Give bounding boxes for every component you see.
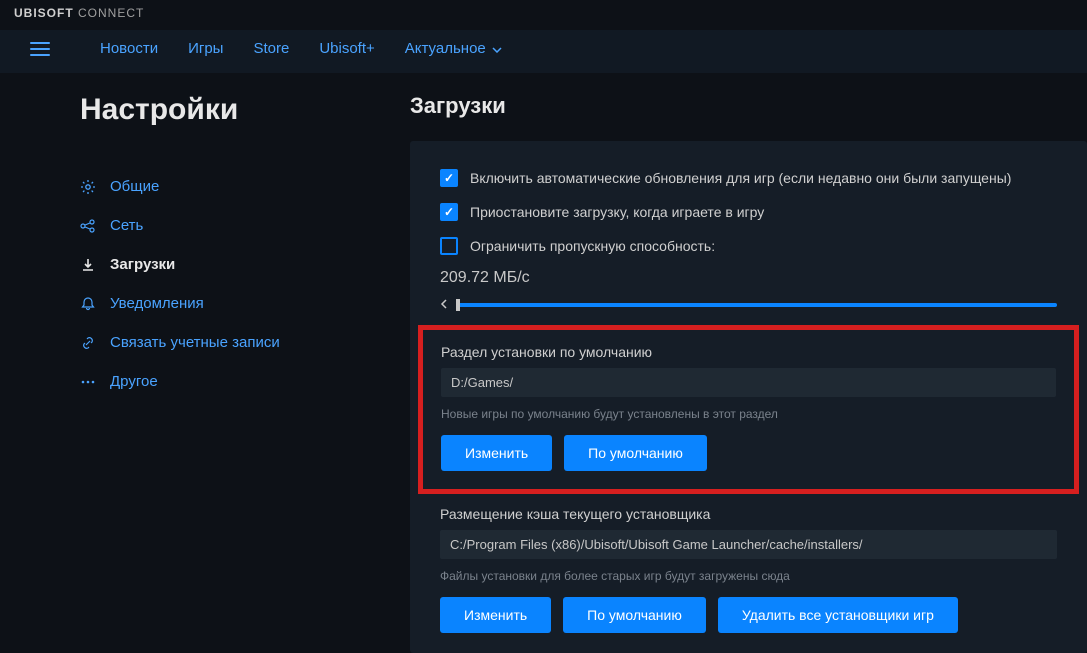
sidebar-item-other[interactable]: Другое [80, 362, 410, 401]
chevron-left-icon[interactable] [440, 297, 448, 313]
main-content: Загрузки Включить автоматические обновле… [410, 93, 1087, 653]
sidebar-item-network[interactable]: Сеть [80, 206, 410, 245]
downloads-panel: Включить автоматические обновления для и… [410, 141, 1087, 653]
sidebar-item-label: Уведомления [110, 295, 204, 312]
sidebar-item-downloads[interactable]: Загрузки [80, 245, 410, 284]
gear-icon [80, 179, 96, 195]
chevron-down-icon [492, 40, 502, 57]
checkbox-icon[interactable] [440, 237, 458, 255]
cache-path-label: Размещение кэша текущего установщика [440, 506, 1057, 522]
download-icon [80, 257, 96, 273]
network-icon [80, 218, 96, 234]
install-path-label: Раздел установки по умолчанию [441, 344, 1056, 360]
dots-icon [80, 374, 96, 390]
slider-track[interactable] [456, 303, 1057, 307]
bandwidth-slider[interactable] [440, 297, 1057, 313]
install-path-input[interactable]: D:/Games/ [441, 368, 1056, 397]
nav-games[interactable]: Игры [188, 40, 223, 57]
install-change-button[interactable]: Изменить [441, 435, 552, 471]
checkbox-icon[interactable] [440, 169, 458, 187]
checkbox-label: Ограничить пропускную способность: [470, 238, 715, 254]
page-title: Настройки [80, 93, 410, 127]
install-default-button[interactable]: По умолчанию [564, 435, 707, 471]
checkbox-icon[interactable] [440, 203, 458, 221]
cache-default-button[interactable]: По умолчанию [563, 597, 706, 633]
brand-bold: UBISOFT [14, 6, 74, 20]
sidebar-item-label: Связать учетные записи [110, 334, 280, 351]
link-icon [80, 335, 96, 351]
checkbox-label: Приостановите загрузку, когда играете в … [470, 204, 764, 220]
brand-light: CONNECT [78, 6, 144, 20]
bandwidth-value: 209.72 МБ/с [440, 269, 1057, 287]
sidebar-item-general[interactable]: Общие [80, 167, 410, 206]
sidebar-item-notifications[interactable]: Уведомления [80, 284, 410, 323]
sidebar-item-label: Загрузки [110, 256, 175, 273]
cache-path-input[interactable]: C:/Program Files (x86)/Ubisoft/Ubisoft G… [440, 530, 1057, 559]
cache-change-button[interactable]: Изменить [440, 597, 551, 633]
checkbox-label: Включить автоматические обновления для и… [470, 170, 1011, 186]
checkbox-limit-bandwidth[interactable]: Ограничить пропускную способность: [440, 229, 1057, 263]
checkbox-auto-updates[interactable]: Включить автоматические обновления для и… [440, 161, 1057, 195]
nav-store[interactable]: Store [253, 40, 289, 57]
sidebar-item-label: Общие [110, 178, 159, 195]
bell-icon [80, 296, 96, 312]
sidebar-item-label: Другое [110, 373, 158, 390]
section-heading: Загрузки [410, 93, 1087, 119]
nav-news[interactable]: Новости [100, 40, 158, 57]
nav-current[interactable]: Актуальное [405, 40, 502, 57]
sidebar: Настройки Общие Сеть Загрузки Уведомлени… [0, 93, 410, 653]
hamburger-icon[interactable] [30, 42, 50, 56]
top-nav: Новости Игры Store Ubisoft+ Актуальное [0, 30, 1087, 73]
install-path-section: Раздел установки по умолчанию D:/Games/ … [418, 325, 1079, 494]
nav-ubisoft-plus[interactable]: Ubisoft+ [319, 40, 374, 57]
install-path-hint: Новые игры по умолчанию будут установлен… [441, 407, 1056, 421]
cache-delete-all-button[interactable]: Удалить все установщики игр [718, 597, 958, 633]
sidebar-item-label: Сеть [110, 217, 143, 234]
checkbox-pause-while-playing[interactable]: Приостановите загрузку, когда играете в … [440, 195, 1057, 229]
titlebar: UBISOFT CONNECT [0, 0, 1087, 30]
sidebar-item-link-accounts[interactable]: Связать учетные записи [80, 323, 410, 362]
cache-path-hint: Файлы установки для более старых игр буд… [440, 569, 1057, 583]
